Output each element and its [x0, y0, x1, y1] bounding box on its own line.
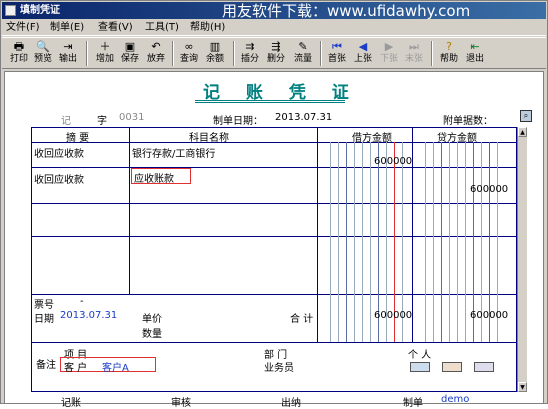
toolbar-separator [233, 41, 235, 66]
total-credit: 600000 [470, 310, 509, 321]
person-label: 个 人 [408, 350, 432, 361]
zi-label: 字 [97, 116, 107, 127]
menu-file[interactable]: 文件(F) [6, 21, 40, 35]
cashier-label: 出纳 [281, 398, 301, 409]
maker-value: demo [441, 394, 470, 405]
customer-value[interactable]: 客户A [102, 359, 129, 374]
voucher-paper: 记 账 凭 证 记 字 0031 制单日期： 2013.07.31 附单据数： … [4, 71, 544, 409]
print-button[interactable]: 🖶 打印 [8, 39, 30, 68]
card-icon[interactable] [442, 362, 462, 372]
add-icon: ＋ [99, 40, 111, 53]
toolbar-separator [431, 41, 433, 66]
title-bar: 填制凭证 用友软件下载：www.ufidawhy.com [2, 2, 546, 20]
remark-label: 备注 [36, 360, 56, 371]
title-underline [195, 102, 345, 103]
first-icon: ⏮ [332, 40, 342, 53]
card-icon[interactable] [474, 362, 494, 372]
last-button[interactable]: ⏭ 末张 [403, 39, 425, 68]
audit-label: 审核 [171, 398, 191, 409]
insert-row-icon: ⇉ [245, 40, 255, 53]
menu-tools[interactable]: 工具(T) [145, 21, 179, 35]
row2-credit[interactable]: 600000 [470, 184, 508, 195]
preview-button[interactable]: 🔍 预览 [32, 39, 54, 68]
app-icon [5, 5, 16, 16]
exit-icon: ⇤ [470, 40, 480, 53]
undo-icon: ↶ [151, 40, 161, 53]
total-debit: 600000 [374, 310, 413, 321]
balance-button[interactable]: ▥ 余额 [204, 39, 226, 68]
next-icon: ▶ [384, 40, 394, 53]
discard-button[interactable]: ↶ 放弃 [145, 39, 167, 68]
cashflow-icon: ✎ [298, 40, 308, 53]
row1-account[interactable]: 银行存款/工商银行 [132, 145, 215, 160]
scroll-down-icon[interactable]: ▼ [518, 382, 527, 392]
toolbar-separator [86, 41, 88, 66]
query-button[interactable]: ∞ 查询 [178, 39, 200, 68]
save-button[interactable]: ▣ 保存 [119, 39, 141, 68]
menu-help[interactable]: 帮助(H) [190, 21, 225, 35]
last-icon: ⏭ [409, 40, 419, 53]
make-date-label: 制单日期： [213, 116, 263, 127]
menu-make[interactable]: 制单(E) [50, 21, 84, 35]
binoculars-icon: ∞ [184, 40, 194, 53]
customer-label: 客 户 [64, 363, 88, 374]
keep-label: 记账 [61, 398, 81, 409]
salesman-label: 业务员 [264, 363, 294, 374]
help-button[interactable]: ? 帮助 [438, 39, 460, 68]
cashflow-button[interactable]: ✎ 流量 [292, 39, 314, 68]
export-button[interactable]: ⇥ 输出 [57, 39, 79, 68]
vertical-scrollbar[interactable]: ▲ ▼ [517, 127, 527, 392]
printer-icon: 🖶 [13, 40, 25, 53]
voucher-window: 填制凭证 用友软件下载：www.ufidawhy.com 文件(F) 制单(E)… [0, 0, 548, 409]
price-label: 单价 [142, 314, 162, 325]
first-button[interactable]: ⏮ 首张 [326, 39, 348, 68]
voucher-grid: 摘 要 科目名称 借方金额 贷方金额 收回应收款 银行存款/工商银行 60000… [31, 127, 517, 392]
add-button[interactable]: ＋增加 [94, 39, 116, 68]
prev-button[interactable]: ◀ 上张 [352, 39, 374, 68]
watermark-text: 用友软件下载：www.ufidawhy.com [222, 2, 471, 20]
preview-icon: 🔍 [36, 40, 50, 53]
delete-row-icon: ⇶ [271, 40, 281, 53]
title-underline [195, 100, 345, 101]
maker-label: 制单 [403, 398, 423, 409]
toolbar-separator [320, 41, 322, 66]
voucher-type[interactable]: 记 [61, 112, 71, 127]
exit-button[interactable]: ⇤ 退出 [464, 39, 486, 68]
row2-summary[interactable]: 收回应收款 [34, 171, 84, 186]
toolbar-separator [172, 41, 174, 66]
card-icon[interactable] [410, 362, 430, 372]
attachment-label: 附单据数： [443, 116, 493, 127]
delete-entry-button[interactable]: ⇶ 删分 [265, 39, 287, 68]
voucher-number[interactable]: 0031 [119, 112, 144, 123]
grid-line [129, 128, 130, 294]
menu-view[interactable]: 查看(V) [98, 21, 133, 35]
date-label: 日期 [34, 314, 54, 325]
search-icon[interactable]: ⌕ [520, 110, 532, 122]
save-icon: ▣ [124, 40, 136, 53]
export-icon: ⇥ [63, 40, 73, 53]
row2-account[interactable]: 应收账款 [134, 170, 174, 185]
date-value[interactable]: 2013.07.31 [60, 310, 117, 321]
grid-line [32, 342, 516, 343]
prev-icon: ◀ [358, 40, 368, 53]
scroll-up-icon[interactable]: ▲ [518, 127, 527, 137]
grid-line [317, 128, 318, 342]
row1-debit[interactable]: 600000 [374, 156, 412, 167]
make-date[interactable]: 2013.07.31 [275, 112, 332, 123]
insert-entry-button[interactable]: ⇉ 插分 [239, 39, 261, 68]
window-title: 填制凭证 [20, 5, 60, 16]
menu-bar: 文件(F) 制单(E) 查看(V) 工具(T) 帮助(H) [2, 20, 546, 36]
toolbar: 🖶 打印 🔍 预览 ⇥ 输出 ＋增加 ▣ 保存 ↶ 放弃 ∞ 查询 ▥ 余额 ⇉ 插分 ⇶ 删分 … [2, 37, 546, 69]
total-label: 合 计 [290, 314, 314, 325]
help-icon: ? [446, 40, 452, 53]
ticket-label: 票号 [34, 300, 54, 311]
balance-chart-icon: ▥ [209, 40, 221, 53]
next-button[interactable]: ▶ 下张 [378, 39, 400, 68]
ticket-value[interactable]: - [80, 296, 84, 307]
row1-summary[interactable]: 收回应收款 [34, 145, 84, 160]
qty-label: 数量 [142, 329, 162, 340]
